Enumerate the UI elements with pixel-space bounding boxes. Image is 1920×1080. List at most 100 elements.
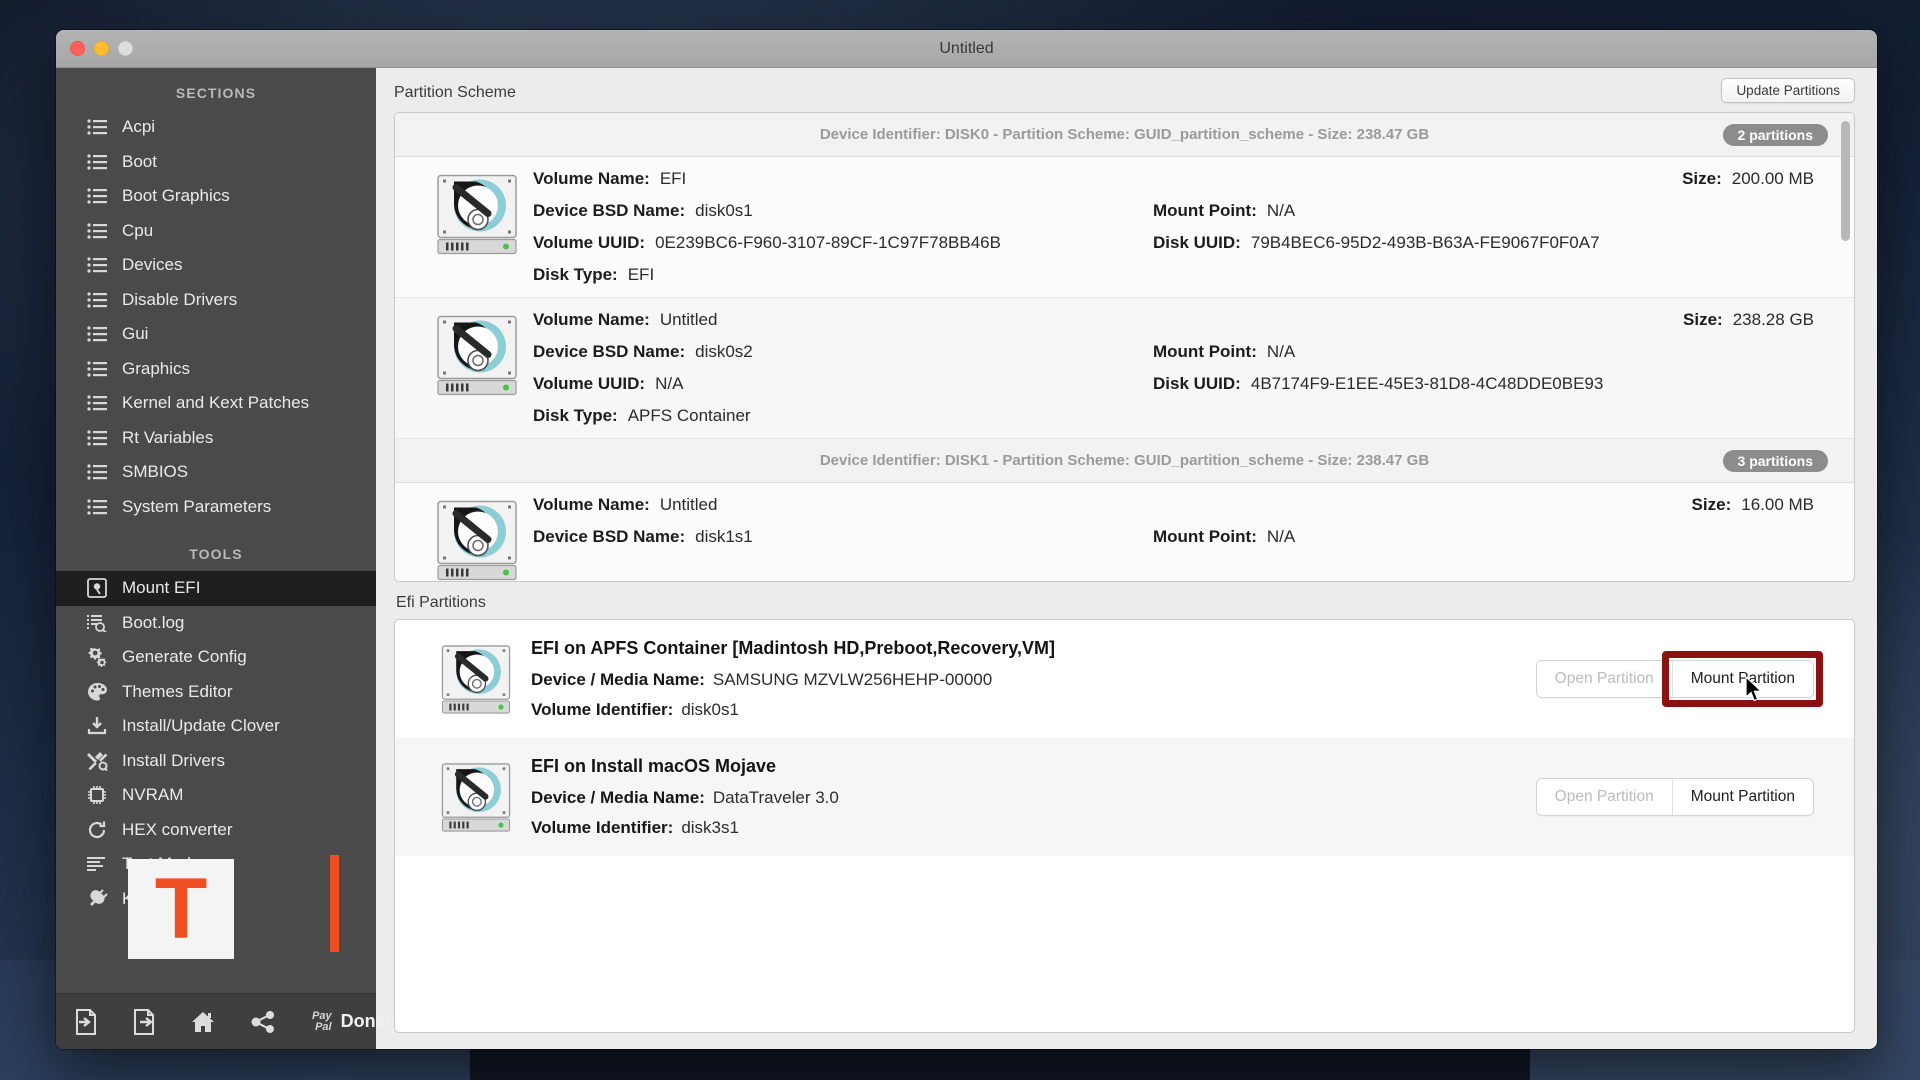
sidebar-item-label: NVRAM — [122, 785, 183, 805]
main-content: Partition Scheme Update Partitions Devic… — [376, 68, 1877, 1049]
partition-row[interactable]: Volume Name:Untitled Size:16.00 MB Devic… — [395, 483, 1854, 581]
mount-point-value: N/A — [1267, 527, 1295, 547]
size-value: 200.00 MB — [1732, 169, 1814, 189]
sidebar-item-disable-drivers[interactable]: Disable Drivers — [56, 283, 376, 318]
sidebar-item-label: Rt Variables — [122, 428, 213, 448]
hard-drive-icon — [421, 169, 533, 285]
list-icon — [86, 255, 108, 275]
sidebar-item-boot-log[interactable]: Boot.log — [56, 606, 376, 641]
mount-partition-button[interactable]: Mount Partition — [1672, 779, 1813, 815]
sidebar-item-label: Install/Update Clover — [122, 716, 280, 736]
partition-row[interactable]: Volume Name:Untitled Size:238.28 GB Devi… — [395, 298, 1854, 439]
sidebar-item-hex-converter[interactable]: HEX converter — [56, 813, 376, 848]
mount-partition-button[interactable]: Mount Partition — [1672, 661, 1813, 697]
bsd-name-label: Device BSD Name: — [533, 201, 685, 221]
size-label: Size: — [1682, 169, 1722, 189]
sidebar-item-label: Boot.log — [122, 613, 184, 633]
list-icon — [86, 186, 108, 206]
efi-partition-row[interactable]: EFI on Install macOS Mojave Device / Med… — [395, 738, 1854, 856]
sidebar-item-nvram[interactable]: NVRAM — [56, 778, 376, 813]
chip-icon — [86, 785, 108, 805]
hard-drive-icon — [421, 310, 533, 426]
disk-type-value: EFI — [628, 265, 654, 285]
sidebar-item-cpu[interactable]: Cpu — [56, 214, 376, 249]
list-icon — [86, 428, 108, 448]
sidebar-item-rt-variables[interactable]: Rt Variables — [56, 421, 376, 456]
sidebar-item-devices[interactable]: Devices — [56, 248, 376, 283]
sidebar-item-generate-config[interactable]: Generate Config — [56, 640, 376, 675]
disk-header: Device Identifier: DISK1 - Partition Sch… — [395, 439, 1854, 483]
import-icon[interactable] — [74, 1009, 98, 1035]
partition-scheme-panel: Device Identifier: DISK0 - Partition Sch… — [394, 112, 1855, 582]
list-icon — [86, 221, 108, 241]
partition-action-group: Open Partition Mount Partition — [1536, 778, 1814, 816]
efi-partition-title: EFI on APFS Container [Madintosh HD,Preb… — [531, 638, 1536, 659]
efi-partition-title: EFI on Install macOS Mojave — [531, 756, 1536, 777]
partition-list-scrollbar[interactable] — [1841, 121, 1850, 241]
volume-uuid-value: N/A — [655, 374, 683, 394]
overlay-logo-tile: T — [128, 859, 234, 959]
disk-uuid-value: 4B7174F9-E1EE-45E3-81D8-4C48DDE0BE93 — [1251, 374, 1603, 394]
list-icon — [86, 359, 108, 379]
list-icon — [86, 152, 108, 172]
efi-partition-row[interactable]: EFI on APFS Container [Madintosh HD,Preb… — [395, 620, 1854, 738]
partition-count-badge: 2 partitions — [1723, 124, 1828, 146]
bsd-name-value: disk0s1 — [695, 201, 753, 221]
open-partition-button[interactable]: Open Partition — [1537, 661, 1672, 697]
sidebar-item-gui[interactable]: Gui — [56, 317, 376, 352]
partition-list[interactable]: Device Identifier: DISK0 - Partition Sch… — [395, 113, 1854, 581]
hard-drive-icon — [421, 644, 531, 715]
export-icon[interactable] — [132, 1009, 156, 1035]
sidebar-item-mount-efi[interactable]: Mount EFI — [56, 571, 376, 606]
log-search-icon — [86, 613, 108, 633]
sidebar-item-label: Acpi — [122, 117, 155, 137]
text-lines-icon — [86, 854, 108, 874]
partition-scheme-bar: Partition Scheme Update Partitions — [394, 78, 1855, 112]
sidebar-tools-header: TOOLS — [56, 524, 376, 571]
volume-uuid-label: Volume UUID: — [533, 374, 645, 394]
window-titlebar: Untitled — [56, 30, 1877, 68]
list-icon — [86, 393, 108, 413]
refresh-icon — [86, 820, 108, 840]
sidebar-item-boot[interactable]: Boot — [56, 145, 376, 180]
disk-icon — [86, 578, 108, 598]
list-icon — [86, 497, 108, 517]
sidebar-item-install-drivers[interactable]: Install Drivers — [56, 744, 376, 779]
volume-name-label: Volume Name: — [533, 495, 650, 515]
sidebar-item-acpi[interactable]: Acpi — [56, 110, 376, 145]
sidebar-item-label: Install Drivers — [122, 751, 225, 771]
sidebar-item-graphics[interactable]: Graphics — [56, 352, 376, 387]
sidebar-item-label: Cpu — [122, 221, 153, 241]
efi-partitions-panel: EFI on APFS Container [Madintosh HD,Preb… — [394, 619, 1855, 1033]
window-title: Untitled — [56, 40, 1877, 58]
disk-header-text: Device Identifier: DISK0 - Partition Sch… — [395, 126, 1854, 143]
sidebar-item-boot-graphics[interactable]: Boot Graphics — [56, 179, 376, 214]
share-icon[interactable] — [250, 1010, 276, 1034]
disk-uuid-value: 79B4BEC6-95D2-493B-B63A-FE9067F0F0A7 — [1251, 233, 1600, 253]
partition-action-group: Open Partition Mount Partition — [1536, 660, 1814, 698]
paypal-logo: Pay Pal — [312, 1011, 332, 1033]
open-partition-button[interactable]: Open Partition — [1537, 779, 1672, 815]
sidebar-item-system-parameters[interactable]: System Parameters — [56, 490, 376, 525]
sidebar-item-smbios[interactable]: SMBIOS — [56, 455, 376, 490]
bsd-name-label: Device BSD Name: — [533, 342, 685, 362]
home-icon[interactable] — [190, 1010, 216, 1034]
mount-point-label: Mount Point: — [1153, 342, 1257, 362]
sidebar-item-themes-editor[interactable]: Themes Editor — [56, 675, 376, 710]
volume-name-label: Volume Name: — [533, 169, 650, 189]
sidebar-item-label: Disable Drivers — [122, 290, 237, 310]
volume-identifier-value: disk3s1 — [681, 818, 739, 837]
donate-label: Donate — [341, 1011, 402, 1032]
sidebar-item-kernel-and-kext-patches[interactable]: Kernel and Kext Patches — [56, 386, 376, 421]
sidebar-item-label: Themes Editor — [122, 682, 233, 702]
media-name-label: Device / Media Name: — [531, 788, 705, 807]
list-icon — [86, 324, 108, 344]
mount-point-value: N/A — [1267, 342, 1295, 362]
sidebar-item-label: SMBIOS — [122, 462, 188, 482]
update-partitions-button[interactable]: Update Partitions — [1721, 78, 1855, 103]
partition-row[interactable]: Volume Name: EFI Size: 200.00 MB Device BS… — [395, 157, 1854, 298]
sidebar-item-label: Graphics — [122, 359, 190, 379]
sidebar-item-install-update-clover[interactable]: Install/Update Clover — [56, 709, 376, 744]
sidebar-item-label: Gui — [122, 324, 148, 344]
donate-button[interactable]: Pay Pal Donate — [312, 1011, 402, 1033]
